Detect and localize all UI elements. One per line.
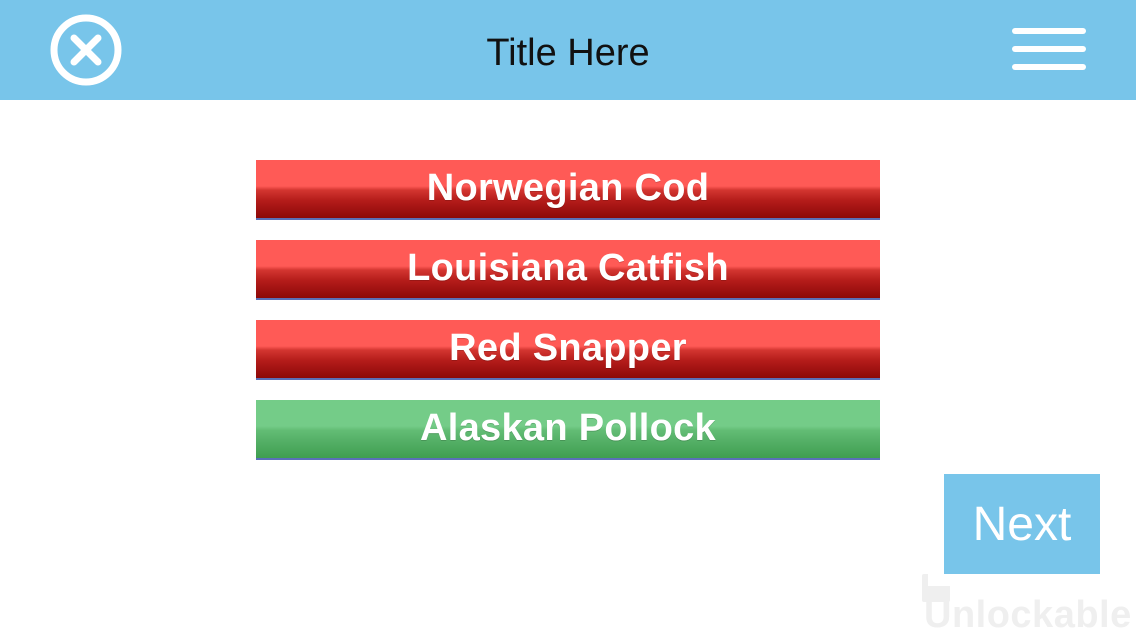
top-bar: Title Here	[0, 0, 1136, 100]
close-button[interactable]	[50, 14, 122, 86]
lock-logo-icon	[922, 574, 950, 602]
answer-option-louisiana-catfish[interactable]: Louisiana Catfish	[256, 240, 880, 300]
menu-button[interactable]	[1012, 26, 1088, 74]
answer-label: Alaskan Pollock	[420, 406, 716, 449]
watermark-text: Unlockable	[924, 594, 1132, 636]
next-button[interactable]: Next	[944, 474, 1100, 574]
page-title: Title Here	[486, 32, 650, 74]
watermark: Unlockable	[918, 570, 1132, 636]
quiz-screen: Title Here Norwegian Cod Louisiana Catfi…	[0, 0, 1136, 640]
answer-label: Louisiana Catfish	[407, 246, 729, 289]
answer-label: Norwegian Cod	[426, 166, 710, 209]
answer-option-red-snapper[interactable]: Red Snapper	[256, 320, 880, 380]
answer-list: Norwegian Cod Louisiana Catfish Red Snap…	[256, 160, 880, 480]
answer-label: Red Snapper	[449, 326, 687, 369]
hamburger-menu-icon	[1012, 28, 1086, 70]
answer-option-norwegian-cod[interactable]: Norwegian Cod	[256, 160, 880, 220]
close-circle-icon	[50, 14, 122, 86]
answer-option-alaskan-pollock[interactable]: Alaskan Pollock	[256, 400, 880, 460]
